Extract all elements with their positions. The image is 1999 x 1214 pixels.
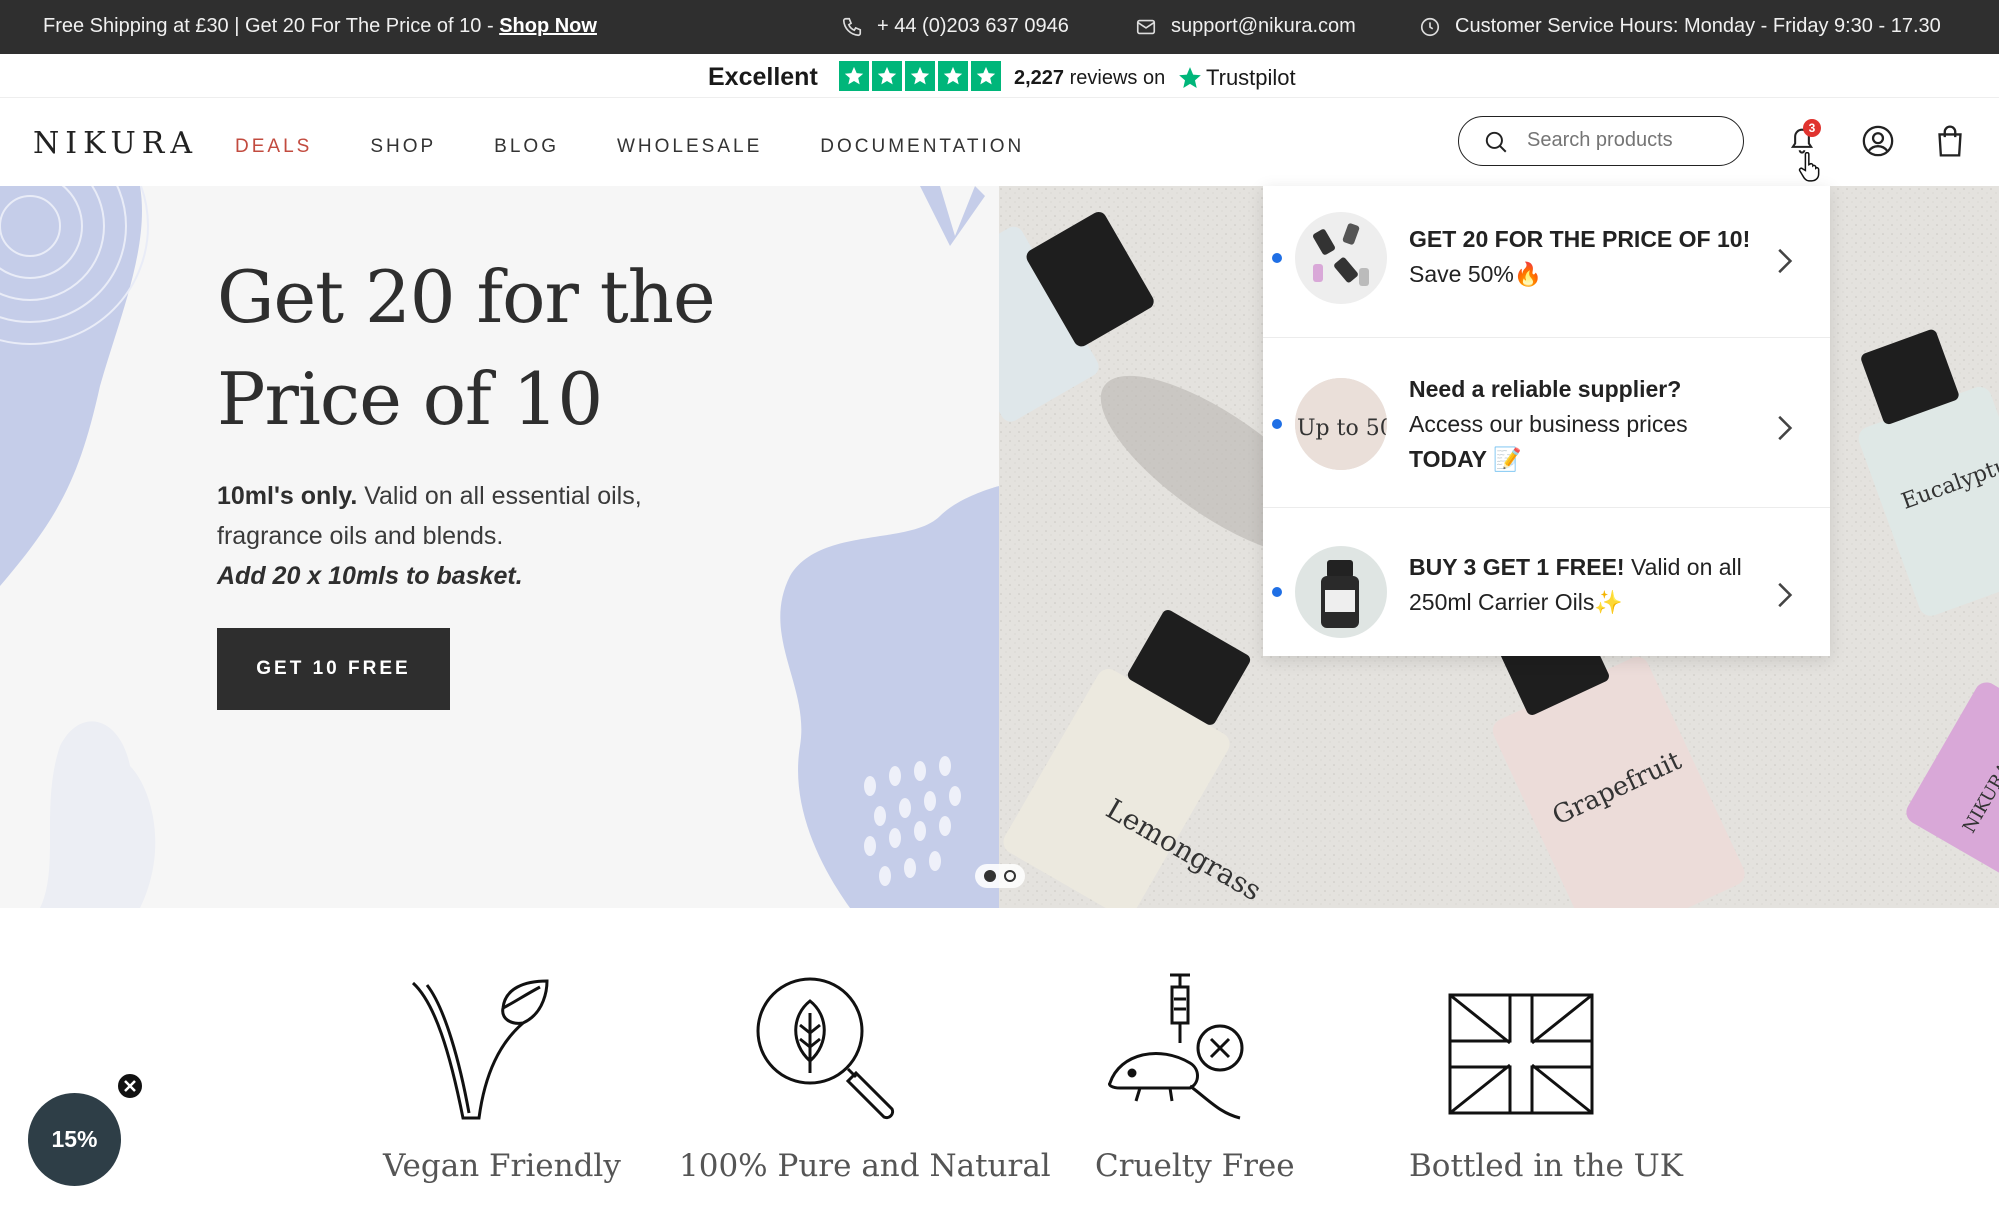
notification-thumbnail: Up to 50% — [1295, 378, 1387, 470]
account-icon — [1862, 125, 1894, 157]
trustpilot-logo: Trustpilot — [1177, 65, 1296, 91]
cursor-hand-icon — [1798, 152, 1820, 182]
unread-dot — [1272, 587, 1282, 597]
search-input[interactable] — [1527, 129, 1727, 152]
feature-label: 100% Pure and Natural — [679, 1148, 1051, 1184]
mail-icon — [1136, 19, 1156, 35]
hero-desc-italic: Add 20 x 10mls to basket. — [217, 562, 523, 590]
star-icon — [938, 61, 968, 91]
email-address: support@nikura.com — [1171, 15, 1356, 37]
notification-count-badge: 3 — [1803, 119, 1821, 137]
reviews-suffix: reviews on — [1064, 67, 1166, 89]
unread-dot — [1272, 419, 1282, 429]
hero-title-line1: Get 20 for the — [217, 255, 716, 339]
trustpilot-stars — [839, 61, 1001, 91]
vegan-leaf-icon — [411, 979, 549, 1120]
phone-number: + 44 (0)203 637 0946 — [877, 15, 1069, 37]
trustpilot-rating-word: Excellent — [708, 63, 818, 91]
nav-item-documentation[interactable]: DOCUMENTATION — [820, 136, 1024, 158]
magnifier-leaf-icon — [756, 977, 895, 1120]
feature-bottled-uk — [1448, 973, 1594, 1120]
search-box[interactable] — [1458, 116, 1744, 166]
promo-text: Free Shipping at £30 | Get 20 For The Pr… — [43, 15, 597, 38]
trustpilot-bar[interactable]: Excellent 2,227 reviews on Trustpilot — [0, 54, 1999, 98]
chevron-right-icon — [1778, 415, 1793, 441]
notification-item[interactable]: GET 20 FOR THE PRICE OF 10! Save 50%🔥 — [1263, 186, 1830, 338]
notification-title: Need a reliable supplier? — [1409, 376, 1682, 402]
feature-pure-natural — [752, 973, 902, 1128]
nav-item-deals[interactable]: DEALS — [235, 136, 312, 158]
shop-now-link[interactable]: Shop Now — [499, 15, 597, 37]
trustpilot-reviews: 2,227 reviews on — [1014, 67, 1165, 90]
feature-vegan — [405, 973, 550, 1128]
slide-dot-2[interactable] — [1004, 870, 1016, 882]
star-icon — [971, 61, 1001, 91]
notification-text: GET 20 FOR THE PRICE OF 10! Save 50%🔥 — [1409, 222, 1769, 292]
notification-item[interactable]: BUY 3 GET 1 FREE! Valid on all 250ml Car… — [1263, 508, 1830, 656]
notification-thumbnail — [1295, 212, 1387, 304]
nav-item-shop[interactable]: SHOP — [370, 136, 436, 158]
chevron-right-icon — [1778, 248, 1793, 274]
account-button[interactable] — [1861, 124, 1895, 163]
close-icon — [124, 1080, 136, 1092]
notification-title: BUY 3 GET 1 FREE! — [1409, 554, 1625, 580]
slide-pagination — [975, 864, 1025, 888]
trustpilot-brand: Trustpilot — [1206, 65, 1296, 90]
feature-label: Cruelty Free — [1095, 1148, 1295, 1184]
hero-banner: Get 20 for the Price of 10 10ml's only. … — [0, 186, 999, 908]
union-flag-icon — [1448, 993, 1594, 1115]
hero-description: 10ml's only. Valid on all essential oils… — [217, 476, 647, 596]
mouse-syringe-icon — [1108, 973, 1244, 1120]
discount-popup-button[interactable]: 15% — [28, 1093, 121, 1186]
slide-dot-1[interactable] — [984, 870, 996, 882]
notification-title: GET 20 FOR THE PRICE OF 10! — [1409, 226, 1751, 252]
review-count: 2,227 — [1014, 67, 1065, 89]
unread-dot — [1272, 253, 1282, 263]
chevron-right-icon — [1778, 582, 1793, 608]
notification-thumbnail — [1295, 546, 1387, 638]
clock-icon — [1420, 17, 1440, 37]
hero-desc-bold: 10ml's only. — [217, 482, 358, 510]
notification-body-emphasis: TODAY 📝 — [1409, 446, 1522, 472]
notification-text: BUY 3 GET 1 FREE! Valid on all 250ml Car… — [1409, 550, 1769, 620]
nav-item-wholesale[interactable]: WHOLESALE — [617, 136, 762, 158]
get-10-free-button[interactable]: GET 10 FREE — [217, 628, 450, 710]
feature-label: Bottled in the UK — [1409, 1148, 1683, 1184]
bag-icon — [1938, 125, 1962, 157]
nav-menu: DEALS SHOP BLOG WHOLESALE DOCUMENTATION — [235, 136, 1082, 158]
hero-title-line2: Price of 10 — [217, 357, 603, 441]
phone-contact[interactable]: + 44 (0)203 637 0946 — [842, 15, 1069, 38]
star-icon — [905, 61, 935, 91]
trustpilot-star-icon — [1179, 67, 1201, 88]
cart-button[interactable] — [1934, 124, 1966, 163]
hours-text: Customer Service Hours: Monday - Friday … — [1455, 15, 1941, 37]
hero-title: Get 20 for the Price of 10 — [217, 246, 777, 450]
features-section: Vegan Friendly 100% Pure and Natural Cru… — [0, 908, 1999, 1214]
service-hours: Customer Service Hours: Monday - Friday … — [1420, 15, 1941, 38]
star-icon — [872, 61, 902, 91]
promo-message: Free Shipping at £30 | Get 20 For The Pr… — [43, 15, 500, 37]
nikura-logo[interactable]: NIKURA — [33, 126, 198, 161]
notification-body: Access our business prices — [1409, 411, 1688, 437]
feature-label: Vegan Friendly — [383, 1148, 621, 1184]
notifications-dropdown: GET 20 FOR THE PRICE OF 10! Save 50%🔥 Up… — [1263, 186, 1830, 656]
main-nav: NIKURA DEALS SHOP BLOG WHOLESALE DOCUMEN… — [0, 98, 1999, 186]
notification-text: Need a reliable supplier? Access our bus… — [1409, 372, 1769, 477]
email-contact[interactable]: support@nikura.com — [1136, 15, 1356, 38]
nav-item-blog[interactable]: BLOG — [494, 136, 559, 158]
notification-body: Save 50%🔥 — [1409, 261, 1543, 287]
thumbnail-text: Up to 50% — [1297, 416, 1387, 441]
feature-cruelty-free — [1100, 973, 1250, 1128]
announcement-bar: Free Shipping at £30 | Get 20 For The Pr… — [0, 0, 1999, 54]
star-icon — [839, 61, 869, 91]
phone-icon — [842, 17, 862, 37]
notification-item[interactable]: Up to 50% Need a reliable supplier? Acce… — [1263, 338, 1830, 508]
discount-close-button[interactable] — [116, 1072, 144, 1100]
search-icon — [1485, 131, 1507, 153]
